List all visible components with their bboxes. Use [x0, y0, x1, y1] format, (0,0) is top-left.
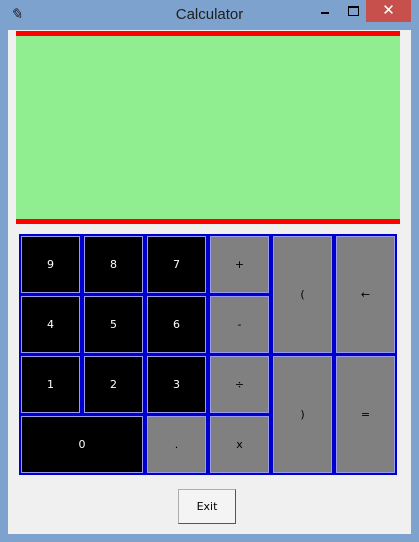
key-4[interactable]: 4 [21, 296, 80, 353]
client-area: 9 8 7 + ( ← 4 5 6 - 1 2 3 ÷ ) = 0 . x Ex… [8, 30, 411, 534]
key-1[interactable]: 1 [21, 356, 80, 413]
key-5[interactable]: 5 [84, 296, 143, 353]
key-plus[interactable]: + [210, 236, 269, 293]
minimize-icon [321, 12, 329, 14]
close-button[interactable]: ✕ [366, 0, 411, 22]
key-7[interactable]: 7 [147, 236, 206, 293]
key-decimal[interactable]: . [147, 416, 206, 473]
maximize-icon [348, 6, 359, 16]
exit-button[interactable]: Exit [178, 489, 236, 524]
key-0[interactable]: 0 [21, 416, 143, 473]
close-icon: ✕ [382, 1, 395, 19]
key-equals[interactable]: = [336, 356, 395, 473]
title-bar[interactable]: ✎ Calculator ✕ [0, 0, 419, 30]
key-6[interactable]: 6 [147, 296, 206, 353]
key-multiply[interactable]: x [210, 416, 269, 473]
key-8[interactable]: 8 [84, 236, 143, 293]
calculator-display [16, 31, 400, 224]
key-right-paren[interactable]: ) [273, 356, 332, 473]
key-divide[interactable]: ÷ [210, 356, 269, 413]
key-9[interactable]: 9 [21, 236, 80, 293]
key-left-paren[interactable]: ( [273, 236, 332, 353]
key-2[interactable]: 2 [84, 356, 143, 413]
calculator-window: ✎ Calculator ✕ 9 8 7 + ( ← 4 5 6 - 1 2 3… [0, 0, 419, 542]
key-minus[interactable]: - [210, 296, 269, 353]
minimize-button[interactable] [312, 0, 338, 22]
key-3[interactable]: 3 [147, 356, 206, 413]
maximize-button[interactable] [340, 0, 366, 22]
keypad: 9 8 7 + ( ← 4 5 6 - 1 2 3 ÷ ) = 0 . x [19, 234, 397, 475]
key-backspace[interactable]: ← [336, 236, 395, 353]
